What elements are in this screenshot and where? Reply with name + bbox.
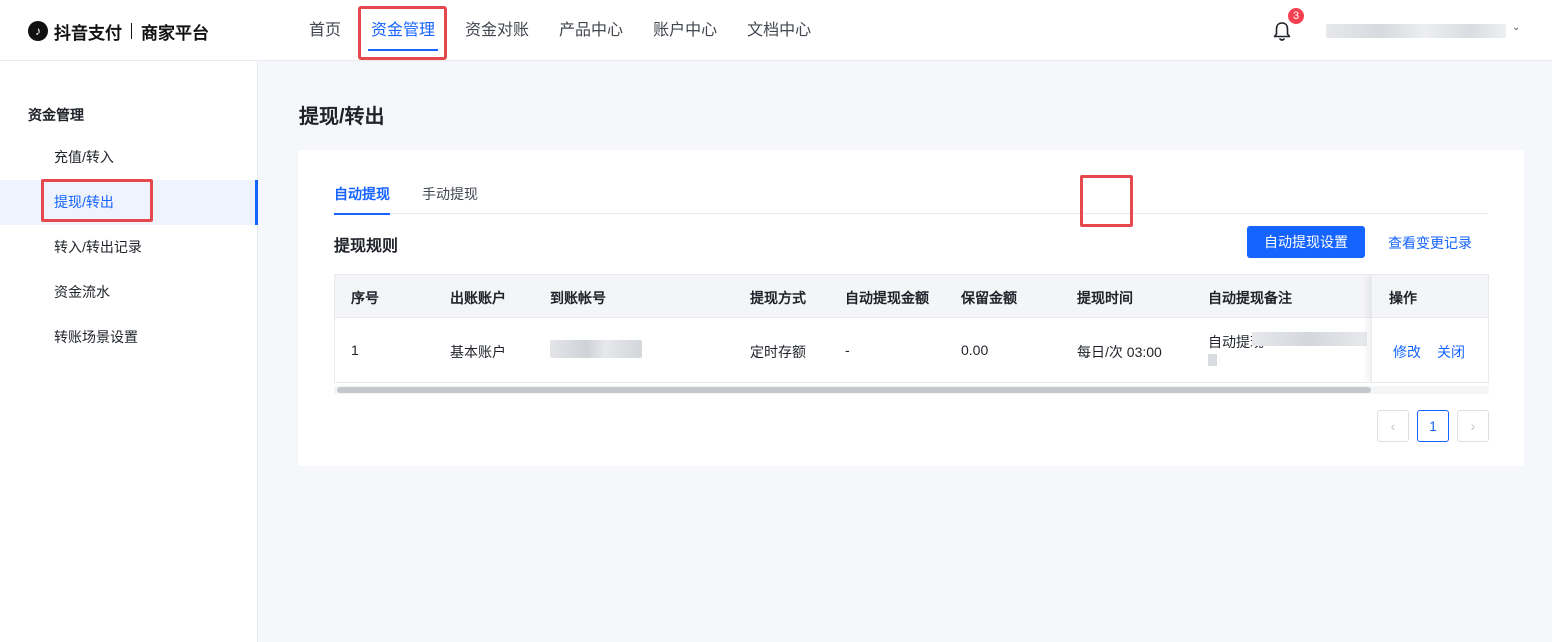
user-account-menu[interactable] [1326, 24, 1506, 38]
column-header: 到账帐号 [550, 290, 606, 306]
notification-badge: 3 [1288, 8, 1304, 24]
sidebar-item-fund-flow[interactable]: 资金流水 [0, 270, 258, 315]
brand-subtitle: 商家平台 [141, 23, 209, 43]
actions-column: 操作 修改 关闭 [1371, 275, 1488, 382]
section-title: 提现规则 [334, 238, 399, 255]
nav-products[interactable]: 产品中心 [544, 0, 638, 61]
row-withdraw-time: 每日/次 03:00 [1077, 344, 1162, 360]
tab-manual-withdraw[interactable]: 手动提现 [422, 184, 478, 214]
tiktok-note-icon: ♪ [28, 21, 48, 41]
nav-docs[interactable]: 文档中心 [732, 0, 826, 61]
prev-page-button[interactable]: ‹ [1377, 410, 1409, 442]
column-header: 序号 [351, 290, 379, 306]
tab-auto-withdraw[interactable]: 自动提现 [334, 184, 390, 215]
next-page-button[interactable]: › [1457, 410, 1489, 442]
edit-link[interactable]: 修改 [1393, 342, 1421, 362]
view-change-history-link[interactable]: 查看变更记录 [1388, 233, 1472, 253]
column-header: 操作 [1389, 290, 1417, 306]
column-header: 提现方式 [750, 290, 806, 306]
top-bar: ♪ 抖音支付 商家平台 首页 资金管理 资金对账 产品中心 账户中心 文档中心 … [0, 0, 1552, 61]
table-header: 序号 出账账户 到账帐号 提现方式 自动提现金额 保留金额 提现时间 自动提现备… [335, 275, 1488, 318]
row-to-account-masked [550, 340, 642, 358]
sidebar-item-transfer-records[interactable]: 转入/转出记录 [0, 225, 258, 270]
edit-highlight-box [1080, 175, 1133, 227]
content-card: 自动提现 手动提现 提现规则 自动提现设置 查看变更记录 序号 出账账户 到账帐… [298, 150, 1524, 466]
row-index: 1 [351, 342, 359, 358]
chevron-down-icon[interactable]: ⌄ [1512, 22, 1520, 33]
row-reserved-amount: 0.00 [961, 342, 989, 358]
column-header: 提现时间 [1077, 290, 1133, 306]
page-title: 提现/转出 [299, 106, 385, 128]
scrollbar-thumb[interactable] [337, 387, 1371, 393]
column-header: 自动提现备注 [1208, 290, 1292, 306]
sidebar-highlight-box [41, 179, 153, 222]
row-auto-amount: - [845, 342, 850, 358]
row-note-masked-line2 [1208, 354, 1217, 366]
sidebar-item-recharge[interactable]: 充值/转入 [0, 135, 258, 180]
column-header: 保留金额 [961, 290, 1017, 306]
sidebar-title: 资金管理 [28, 107, 84, 123]
brand-name: 抖音支付 [54, 23, 122, 43]
row-out-account: 基本账户 [450, 344, 506, 360]
auto-withdraw-settings-button[interactable]: 自动提现设置 [1247, 226, 1365, 258]
column-header: 出账账户 [450, 290, 506, 306]
table-row: 1 基本账户 定时存额 - 0.00 每日/次 03:00 自动提现 [335, 318, 1488, 382]
nav-highlight-box [358, 6, 447, 60]
actions-header: 操作 [1372, 275, 1488, 318]
sidebar-item-transfer-scene-settings[interactable]: 转账场景设置 [0, 315, 258, 360]
row-withdraw-method: 定时存额 [750, 344, 806, 360]
horizontal-scrollbar[interactable] [334, 386, 1489, 394]
nav-reconciliation[interactable]: 资金对账 [450, 0, 544, 61]
row-note-masked [1252, 332, 1367, 346]
logo[interactable]: ♪ 抖音支付 商家平台 [28, 19, 209, 43]
tab-bar: 自动提现 手动提现 [334, 184, 1488, 215]
nav-account[interactable]: 账户中心 [638, 0, 732, 61]
close-link[interactable]: 关闭 [1437, 342, 1465, 362]
page-1-button[interactable]: 1 [1417, 410, 1449, 442]
bell-icon[interactable] [1272, 20, 1292, 42]
actions-cell: 修改 关闭 [1372, 318, 1488, 382]
sidebar: 资金管理 充值/转入 提现/转出 转入/转出记录 资金流水 转账场景设置 [0, 61, 258, 642]
column-header: 自动提现金额 [845, 290, 929, 306]
withdraw-rules-table: 序号 出账账户 到账帐号 提现方式 自动提现金额 保留金额 提现时间 自动提现备… [334, 274, 1489, 383]
nav-home[interactable]: 首页 [294, 0, 356, 61]
logo-divider [131, 23, 132, 39]
